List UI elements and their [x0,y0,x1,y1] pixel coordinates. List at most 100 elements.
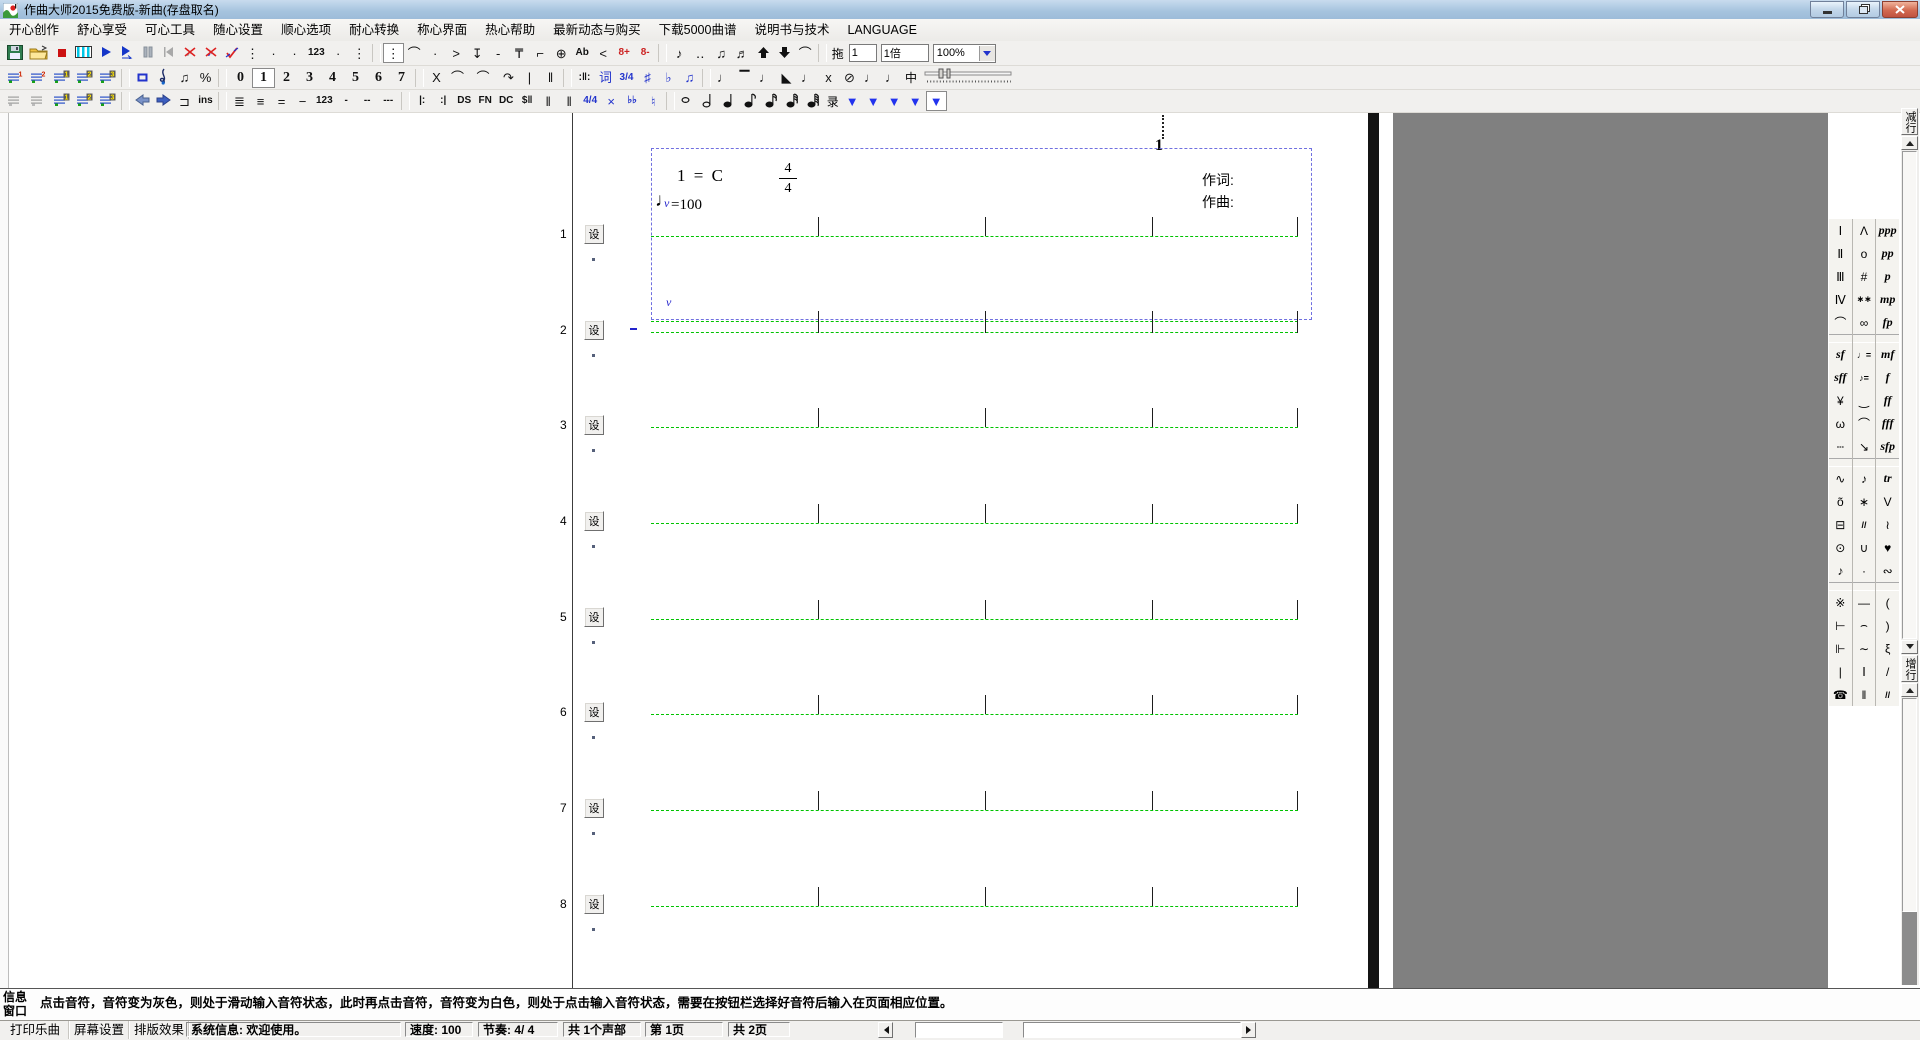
trill-button[interactable]: tr [1876,467,1899,490]
numbers-button[interactable]: 123 [305,43,328,63]
dynamic-sff-button[interactable]: sff [1829,366,1852,389]
lyrics-button[interactable]: 词 [595,68,616,88]
dots-column-2-button[interactable]: ⋮ [349,43,370,63]
grace-note-single-button[interactable]: ♪ [669,43,690,63]
transpose-down-button[interactable] [774,43,795,63]
reference-mark-button[interactable]: ※ [1829,591,1852,614]
staff-line[interactable] [651,906,1298,907]
whole-note-button[interactable] [677,91,698,111]
note-mute-button[interactable]: x [818,68,839,88]
dots-column-3-button[interactable]: ⋮ [383,43,404,63]
zoom-level-select[interactable]: 100% [933,44,996,63]
transpose-up-button[interactable] [753,43,774,63]
dropdown-2-button[interactable]: ▼ [863,91,884,111]
insert-button[interactable]: ins [195,91,216,111]
dash-3-button[interactable]: --- [378,91,399,111]
lyricist-label[interactable]: 作词: [1202,170,1234,190]
key-signature[interactable]: 1 = C [677,166,725,186]
play-button[interactable] [95,43,116,63]
time-4-4-button[interactable]: 4/4 [580,91,601,111]
number-6-button[interactable]: 6 [367,68,390,88]
octave-down-button[interactable]: 8- [635,43,656,63]
scroll-thumb[interactable] [1902,912,1917,985]
beamed-notes-button[interactable]: ♫ [174,68,195,88]
menu-item-9[interactable]: 最新动态与购买 [544,20,650,41]
treble-clef-button[interactable] [153,68,174,88]
ornament-tack-1-button[interactable]: ⊢ [1829,614,1852,637]
paren-open-button[interactable]: ( [1876,591,1899,614]
dropdown-5-button[interactable]: ▼ [926,91,947,111]
staff-line[interactable] [651,619,1298,620]
scroll-right-button[interactable] [1241,1022,1256,1038]
note-stem-down-button[interactable]: ♩ [860,68,881,88]
final-barline-1-button[interactable]: ‖ [538,91,559,111]
menu-item-8[interactable]: 热心帮助 [476,20,544,41]
double-bar-button[interactable]: ‖ [1853,683,1876,706]
hash-trill-button[interactable]: # [1853,265,1876,288]
note-harmonic-button[interactable]: ⊘ [839,68,860,88]
number-2-button[interactable]: 2 [275,68,298,88]
pause-button[interactable] [137,43,158,63]
scroll-down-button[interactable] [1901,640,1918,654]
menu-item-10[interactable]: 下载5000曲谱 [650,20,746,41]
quarter-equals-button[interactable]: ♩= [1853,343,1876,366]
number-1-button[interactable]: 1 [252,68,275,88]
segno-bar-button[interactable]: $‖ [517,91,538,111]
ornament-wave-button[interactable]: ∿ [1829,467,1852,490]
eighth-note-button[interactable] [740,91,761,111]
go-previous-button[interactable] [132,91,153,111]
glissando-button[interactable]: ↷ [498,68,519,88]
repeat-start-button[interactable]: |: [412,91,433,111]
marcato-button[interactable]: ↧ [467,43,488,63]
position-box[interactable] [915,1022,1003,1038]
play-from-cursor-button[interactable] [116,43,137,63]
double-blob-ornament-button[interactable]: ♥ [1876,536,1899,559]
save-button[interactable] [4,43,26,63]
number-5-button[interactable]: 5 [344,68,367,88]
dynamic-sfp-button[interactable]: sfp [1876,435,1899,458]
repeat-end-button[interactable]: :| [433,91,454,111]
multi-stave-2-button[interactable]: 2 [73,68,96,88]
composer-label[interactable]: 作曲: [1202,192,1234,212]
note-plain-button[interactable]: ♩ [713,68,734,88]
minimize-button[interactable] [1810,1,1844,18]
record-button[interactable] [51,43,72,63]
time-signature[interactable]: 4 4 [779,160,797,197]
staff-line[interactable] [651,332,1298,333]
arc-button[interactable]: ⌒ [404,43,425,63]
scroll-track-1[interactable] [1902,151,1917,639]
track-stave-3-button[interactable]: 3 [96,91,119,111]
status-tab-1[interactable]: 打印乐曲 [2,1021,69,1039]
dynamic-ppp-button[interactable]: ppp [1876,219,1899,242]
marcato-wedge-button[interactable]: Λ [1853,219,1876,242]
double-flat-button[interactable]: ♭♭ [622,91,643,111]
sixteenth-note-button[interactable] [761,91,782,111]
roman-one-button[interactable]: Ⅰ [1853,660,1876,683]
restore-button[interactable] [1846,1,1880,18]
smile-arc-button[interactable]: ∪ [1853,536,1876,559]
thin-barline-button[interactable]: | [1829,660,1852,683]
position-4-button[interactable]: Ⅳ [1829,288,1852,311]
rewind-button[interactable] [158,43,179,63]
slur-over-button[interactable]: ⌒ [1853,412,1876,435]
note-tenuto-button[interactable]: ▔ [734,68,755,88]
measure-numbers-button[interactable]: 123 [313,91,336,111]
dynamic-sf-button[interactable]: sf [1829,343,1852,366]
scroll-left-button[interactable] [878,1022,893,1038]
dot-1-button[interactable]: · [263,43,284,63]
delete-all-notes-button[interactable]: ♪ [200,43,221,63]
lines-4-button[interactable]: ≣ [229,91,250,111]
bracket-button[interactable]: ⌐ [530,43,551,63]
dynamic-fp-button[interactable]: fp [1876,311,1899,334]
decrease-rows-button[interactable]: 减行 [1901,108,1918,135]
position-3-button[interactable]: Ⅲ [1829,265,1852,288]
tie-button[interactable]: ⌒ [447,68,468,88]
menu-item-12[interactable]: LANGUAGE [838,20,925,41]
ornament-dashes-button[interactable]: ┄ [1829,435,1852,458]
status-tab-3[interactable]: 排版效果 [130,1021,189,1039]
quaver-rest-button[interactable]: ♪ [1829,559,1852,582]
row-settings-button[interactable]: 设 [584,224,604,244]
multi-stave-1-button[interactable]: 1 [50,68,73,88]
row-settings-button[interactable]: 设 [584,415,604,435]
double-slash-slant-button[interactable]: // [1876,683,1899,706]
